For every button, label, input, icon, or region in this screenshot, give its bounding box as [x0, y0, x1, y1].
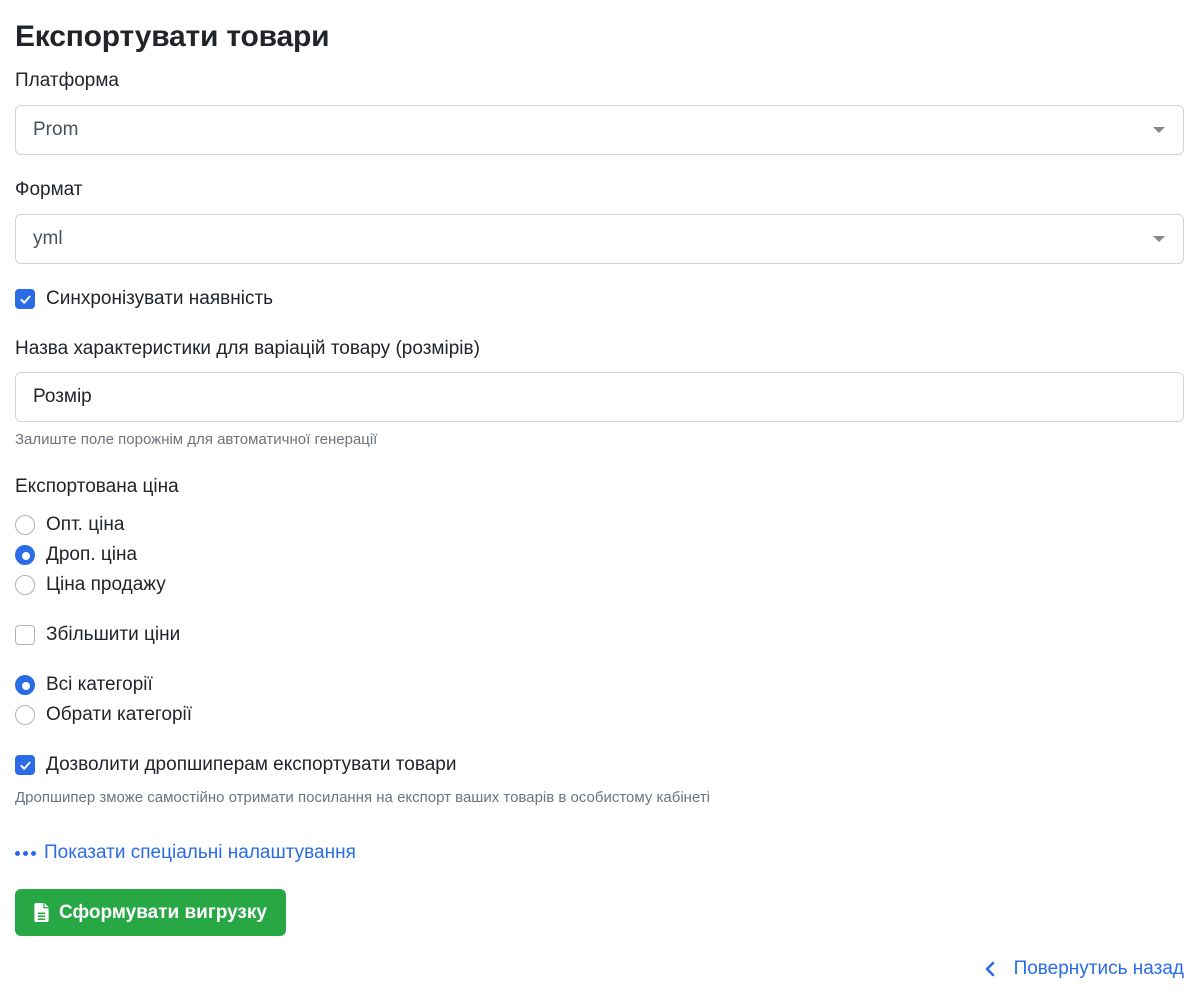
chevron-left-icon [985, 961, 994, 977]
price-radio-retail[interactable] [15, 575, 35, 595]
price-option-retail[interactable]: Ціна продажу [15, 574, 166, 596]
allow-dropshippers-checkbox-row[interactable]: Дозволити дропшиперам експортувати товар… [15, 754, 457, 776]
chevron-down-icon [1153, 236, 1165, 242]
price-option-label: Опт. ціна [46, 514, 125, 535]
increase-prices-checkbox[interactable] [15, 625, 35, 645]
categories-option-choose[interactable]: Обрати категорії [15, 704, 192, 726]
checkmark-icon [19, 295, 31, 304]
variation-name-input[interactable]: Розмір [15, 372, 1184, 422]
allow-dropshippers-label: Дозволити дропшиперам експортувати товар… [46, 754, 457, 775]
generate-export-button[interactable]: Сформувати вигрузку [15, 889, 286, 936]
show-special-settings-link[interactable]: Показати спеціальні налаштування [15, 842, 356, 864]
categories-radio-all[interactable] [15, 675, 35, 695]
page-title: Експортувати товари [15, 20, 330, 53]
price-option-label: Дроп. ціна [46, 544, 138, 565]
sync-stock-label: Синхронізувати наявність [46, 288, 274, 309]
increase-prices-label: Збільшити ціни [46, 624, 181, 645]
categories-radio-choose[interactable] [15, 705, 35, 725]
price-radio-wholesale[interactable] [15, 515, 35, 535]
variation-name-value: Розмір [33, 386, 92, 407]
format-select-value: yml [33, 228, 63, 249]
platform-select-value: Prom [33, 119, 79, 140]
categories-option-all[interactable]: Всі категорії [15, 674, 153, 696]
price-radio-drop[interactable] [15, 545, 35, 565]
variation-name-label: Назва характеристики для варіацій товару… [15, 338, 480, 359]
price-option-label: Ціна продажу [46, 574, 166, 595]
categories-option-label: Обрати категорії [46, 704, 193, 725]
format-label: Формат [15, 179, 83, 200]
allow-dropshippers-checkbox[interactable] [15, 755, 35, 775]
variation-name-hint: Залиште поле порожнім для автоматичної г… [15, 431, 378, 448]
platform-select[interactable]: Prom [15, 105, 1184, 155]
back-link-label: Повернутись назад [1013, 958, 1184, 979]
show-special-settings-label: Показати спеціальні налаштування [44, 842, 356, 863]
price-option-wholesale[interactable]: Опт. ціна [15, 514, 124, 536]
platform-label: Платформа [15, 70, 119, 91]
sync-stock-checkbox[interactable] [15, 289, 35, 309]
checkmark-icon [19, 761, 31, 770]
generate-export-label: Сформувати вигрузку [59, 901, 267, 923]
allow-dropshippers-hint: Дропшипер зможе самостійно отримати поси… [15, 789, 711, 806]
back-link[interactable]: Повернутись назад [984, 958, 1184, 980]
categories-option-label: Всі категорії [46, 674, 153, 695]
export-price-label: Експортована ціна [15, 476, 179, 497]
price-option-drop[interactable]: Дроп. ціна [15, 544, 137, 566]
ellipsis-icon [15, 850, 36, 856]
file-icon [34, 903, 49, 922]
sync-stock-checkbox-row[interactable]: Синхронізувати наявність [15, 288, 273, 310]
chevron-down-icon [1153, 127, 1165, 133]
increase-prices-checkbox-row[interactable]: Збільшити ціни [15, 624, 180, 646]
format-select[interactable]: yml [15, 214, 1184, 264]
export-products-page: Експортувати товари Платформа Prom Форма… [0, 0, 1195, 1007]
